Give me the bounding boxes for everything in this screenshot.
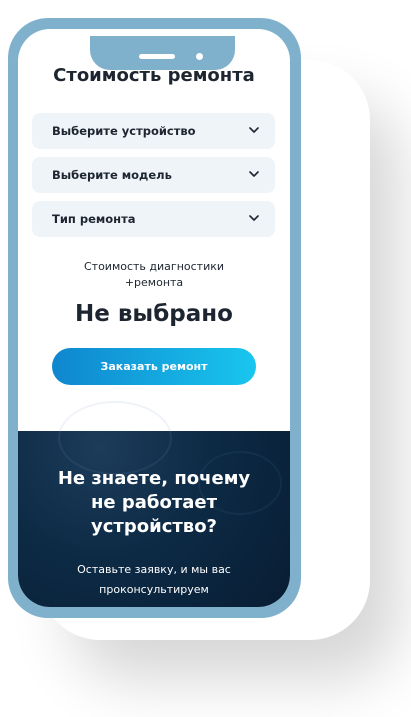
model-select-label: Выберите модель bbox=[52, 168, 172, 182]
stage: Стоимость ремонта Выберите устройство Вы… bbox=[0, 0, 411, 717]
consult-title-line2: не работает bbox=[90, 492, 218, 513]
device-select[interactable]: Выберите устройство bbox=[32, 113, 275, 149]
background-decoration bbox=[58, 401, 172, 475]
consult-title: Не знаете, почему не работает устройство… bbox=[18, 467, 290, 539]
phone-notch bbox=[90, 36, 235, 70]
phone-screen: Стоимость ремонта Выберите устройство Вы… bbox=[18, 29, 290, 607]
consult-section: Не знаете, почему не работает устройство… bbox=[18, 401, 290, 607]
cost-value: Не выбрано bbox=[75, 301, 233, 327]
repair-type-select[interactable]: Тип ремонта bbox=[32, 201, 275, 237]
camera-icon bbox=[196, 53, 203, 60]
cost-label-line1: Стоимость диагностики bbox=[83, 260, 225, 273]
consult-title-line1: Не знаете, почему bbox=[57, 468, 251, 489]
consult-subtitle-line2: проконсультируем bbox=[99, 583, 209, 596]
speaker-icon bbox=[139, 54, 175, 59]
cost-label: Стоимость диагностики +ремонта bbox=[18, 259, 290, 291]
model-select[interactable]: Выберите модель bbox=[32, 157, 275, 193]
chevron-down-icon bbox=[249, 171, 259, 177]
chevron-down-icon bbox=[249, 215, 259, 221]
cost-label-line2: +ремонта bbox=[124, 276, 184, 289]
consult-subtitle-line1: Оставьте заявку, и мы вас bbox=[77, 563, 231, 576]
chevron-down-icon bbox=[249, 127, 259, 133]
device-select-label: Выберите устройство bbox=[52, 124, 196, 138]
consult-title-line3: устройство? bbox=[91, 516, 217, 537]
repair-type-select-label: Тип ремонта bbox=[52, 212, 136, 226]
order-repair-button[interactable]: Заказать ремонт bbox=[52, 348, 256, 385]
consult-subtitle: Оставьте заявку, и мы вас проконсультиру… bbox=[18, 560, 290, 600]
